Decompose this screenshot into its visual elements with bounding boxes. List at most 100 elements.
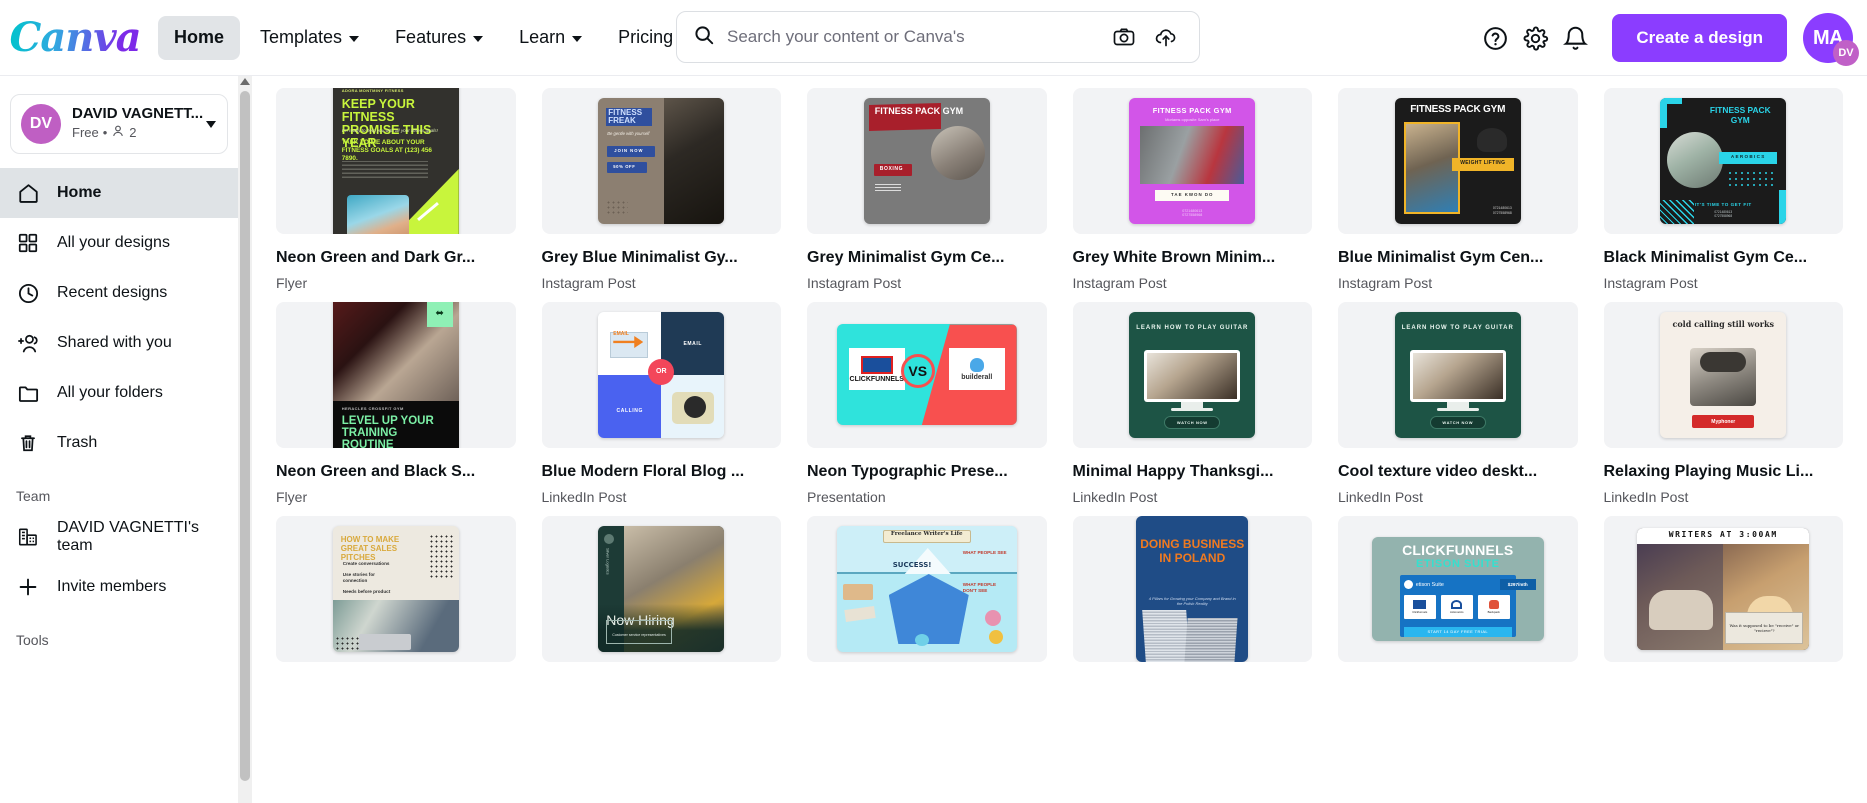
design-thumbnail[interactable]: HOW TO MAKE GREAT SALES PITCHES Create c… bbox=[276, 515, 516, 662]
scroll-up-arrow-icon[interactable] bbox=[240, 78, 250, 85]
etison-cta-label: START 14 DAY FREE TRIAL bbox=[1427, 629, 1489, 635]
sidebar-item-recent-designs-label: Recent designs bbox=[57, 284, 168, 301]
design-thumbnail[interactable]: CLICKFUNNELS VS builderall bbox=[807, 301, 1047, 448]
etison-logo-label: etison Suite bbox=[1415, 581, 1444, 588]
design-card[interactable]: HOW TO MAKE GREAT SALES PITCHES Create c… bbox=[276, 515, 516, 681]
clickfunnels-label: CLICKFUNNELS bbox=[849, 375, 904, 383]
design-thumbnail[interactable]: ⬌ HERACLES CROSSFIT GYM LEVEL UP YOUR TR… bbox=[276, 301, 516, 448]
camera-icon[interactable] bbox=[1105, 18, 1143, 56]
design-thumbnail[interactable]: Freelance Writer's Life SUCCESS! WHAT PE… bbox=[807, 515, 1047, 662]
design-thumbnail[interactable]: EMAIL EMAIL CALLING OR bbox=[541, 301, 781, 448]
sidebar-item-all-your-folders[interactable]: All your folders bbox=[0, 368, 238, 418]
design-card[interactable]: Silver Logistics Now Hiring Customer ser… bbox=[541, 515, 781, 681]
design-card-type: Instagram Post bbox=[1072, 274, 1167, 291]
nav-item-features[interactable]: Features bbox=[379, 16, 499, 60]
design-card-type: Flyer bbox=[276, 274, 308, 291]
design-thumbnail[interactable]: cold calling still works Myphoner bbox=[1603, 301, 1843, 448]
design-thumbnail[interactable]: FITNESS PACK GYM AEROBICS IT'S TIME TO G… bbox=[1603, 88, 1843, 234]
thumb-art-neon-fitness-flyer: ADORA MONTMINY FITNESS KEEP YOUR FITNESS… bbox=[332, 88, 459, 234]
search-input[interactable] bbox=[727, 27, 1105, 47]
thumb-art-cold-calling: cold calling still works Myphoner bbox=[1660, 311, 1787, 438]
user-avatar[interactable]: MA DV bbox=[1803, 13, 1859, 66]
design-thumbnail[interactable]: CLICKFUNNELS ETISON SUITE etison Suite $… bbox=[1338, 515, 1578, 662]
avatar-team-badge: DV bbox=[1833, 40, 1859, 66]
design-card-title: Grey Blue Minimalist Gy... bbox=[541, 249, 738, 266]
design-card[interactable]: ADORA MONTMINY FITNESS KEEP YOUR FITNESS… bbox=[276, 88, 516, 292]
now-hiring-sub: Customer service representatives bbox=[612, 632, 666, 637]
design-card[interactable]: FITNESS PACK GYM BOXING Grey Minimalist … bbox=[807, 88, 1047, 292]
nav-item-learn[interactable]: Learn bbox=[503, 16, 598, 60]
thumb-art-writers-3am: WRITERS AT 3:00AM Was it supposed to be … bbox=[1637, 527, 1810, 650]
design-thumbnail[interactable]: FITNESS FREAK Be gentle with yourself JO… bbox=[541, 88, 781, 234]
account-avatar: DV bbox=[21, 104, 61, 144]
design-card-type: LinkedIn Post bbox=[541, 488, 627, 505]
design-card[interactable]: FITNESS PACK GYM Moriams opposite Sam's … bbox=[1072, 88, 1312, 292]
design-card[interactable]: DOING BUSINESS IN POLAND 4 Pillars for G… bbox=[1072, 515, 1312, 681]
design-card-type: LinkedIn Post bbox=[1072, 488, 1158, 505]
etison-item-3: Backpack bbox=[1487, 609, 1500, 614]
bell-icon[interactable] bbox=[1556, 19, 1594, 57]
sidebar-item-team-label: DAVID VAGNETTI's team bbox=[57, 519, 200, 554]
design-card-type: Presentation bbox=[807, 488, 886, 505]
design-thumbnail[interactable]: FITNESS PACK GYM WEIGHT LIFTING 07214806… bbox=[1338, 88, 1578, 234]
canva-logo-text: Canva bbox=[9, 13, 142, 61]
person-icon bbox=[111, 124, 125, 143]
design-card[interactable]: FITNESS PACK GYM AEROBICS IT'S TIME TO G… bbox=[1603, 88, 1843, 292]
design-card[interactable]: EMAIL EMAIL CALLING OR Blue Modern Flora… bbox=[541, 301, 781, 506]
design-card-title: Blue Minimalist Gym Cen... bbox=[1338, 249, 1544, 266]
sidebar-item-team[interactable]: DAVID VAGNETTI's team bbox=[0, 512, 238, 562]
sidebar-item-trash[interactable]: Trash bbox=[0, 418, 238, 468]
design-card[interactable]: WRITERS AT 3:00AM Was it supposed to be … bbox=[1603, 515, 1843, 681]
design-thumbnail[interactable]: LEARN HOW TO PLAY GUITAR WATCH NOW bbox=[1072, 301, 1312, 448]
design-card-type: Instagram Post bbox=[541, 274, 636, 291]
nav-item-home[interactable]: Home bbox=[158, 15, 241, 60]
chevron-down-icon bbox=[349, 35, 360, 42]
create-a-design-button[interactable]: Create a design bbox=[1612, 14, 1787, 62]
design-thumbnail[interactable]: Silver Logistics Now Hiring Customer ser… bbox=[541, 515, 781, 662]
design-card[interactable]: FITNESS FREAK Be gentle with yourself JO… bbox=[541, 88, 781, 292]
sidebar-item-home[interactable]: Home bbox=[0, 168, 238, 218]
thumb-art-now-hiring: Silver Logistics Now Hiring Customer ser… bbox=[598, 525, 725, 652]
chevron-down-icon bbox=[206, 120, 216, 128]
design-thumbnail[interactable]: DOING BUSINESS IN POLAND 4 Pillars for G… bbox=[1072, 515, 1312, 662]
design-thumbnail[interactable]: FITNESS PACK GYM Moriams opposite Sam's … bbox=[1072, 88, 1312, 234]
design-card-type: Instagram Post bbox=[1338, 274, 1433, 291]
design-card[interactable]: LEARN HOW TO PLAY GUITAR WATCH NOW Cool … bbox=[1338, 301, 1578, 506]
design-thumbnail[interactable]: LEARN HOW TO PLAY GUITAR WATCH NOW bbox=[1338, 301, 1578, 448]
design-card[interactable]: CLICKFUNNELS ETISON SUITE etison Suite $… bbox=[1338, 515, 1578, 681]
sidebar-item-shared-with-you[interactable]: Shared with you bbox=[0, 318, 238, 368]
canva-logo[interactable]: Canva bbox=[10, 15, 142, 61]
sidebar-item-invite-members[interactable]: Invite members bbox=[0, 562, 238, 612]
design-card[interactable]: ⬌ HERACLES CROSSFIT GYM LEVEL UP YOUR TR… bbox=[276, 301, 516, 506]
gear-icon[interactable] bbox=[1516, 19, 1554, 57]
design-thumbnail[interactable]: WRITERS AT 3:00AM Was it supposed to be … bbox=[1603, 515, 1843, 662]
scrollbar-thumb[interactable] bbox=[240, 91, 250, 781]
people-add-icon bbox=[16, 331, 40, 355]
nav-item-features-label: Features bbox=[395, 27, 467, 47]
help-icon[interactable] bbox=[1476, 19, 1514, 57]
design-card[interactable]: LEARN HOW TO PLAY GUITAR WATCH NOW Minim… bbox=[1072, 301, 1312, 506]
sidebar-item-all-your-designs[interactable]: All your designs bbox=[0, 218, 238, 268]
sidebar-item-all-your-folders-label: All your folders bbox=[57, 384, 163, 401]
design-card[interactable]: Freelance Writer's Life SUCCESS! WHAT PE… bbox=[807, 515, 1047, 681]
design-card-type: Flyer bbox=[276, 488, 308, 505]
chevron-down-icon bbox=[572, 35, 583, 42]
design-thumbnail[interactable]: ADORA MONTMINY FITNESS KEEP YOUR FITNESS… bbox=[276, 88, 516, 234]
etison-item-1: Clickfunnels bbox=[1412, 609, 1428, 614]
content-scrollbar[interactable] bbox=[238, 76, 252, 803]
design-card[interactable]: CLICKFUNNELS VS builderall Neon Typograp… bbox=[807, 301, 1047, 506]
design-card-title: Relaxing Playing Music Li... bbox=[1603, 462, 1814, 480]
design-card[interactable]: FITNESS PACK GYM WEIGHT LIFTING 07214806… bbox=[1338, 88, 1578, 292]
account-meta: DAVID VAGNETT... Free • 2 bbox=[72, 105, 206, 144]
sidebar-item-recent-designs[interactable]: Recent designs bbox=[0, 268, 238, 318]
account-switcher[interactable]: DV DAVID VAGNETT... Free • 2 bbox=[10, 94, 228, 154]
nav-item-templates[interactable]: Templates bbox=[244, 16, 375, 60]
cloud-upload-icon[interactable] bbox=[1147, 18, 1185, 56]
search-box[interactable] bbox=[676, 11, 1200, 63]
design-thumbnail[interactable]: FITNESS PACK GYM BOXING bbox=[807, 88, 1047, 234]
sidebar-section-tools: Tools bbox=[16, 632, 49, 648]
home-icon bbox=[16, 181, 40, 205]
sidebar-item-trash-label: Trash bbox=[57, 434, 98, 451]
design-card[interactable]: cold calling still works Myphoner Relaxi… bbox=[1603, 301, 1843, 506]
search-actions bbox=[1105, 18, 1185, 56]
